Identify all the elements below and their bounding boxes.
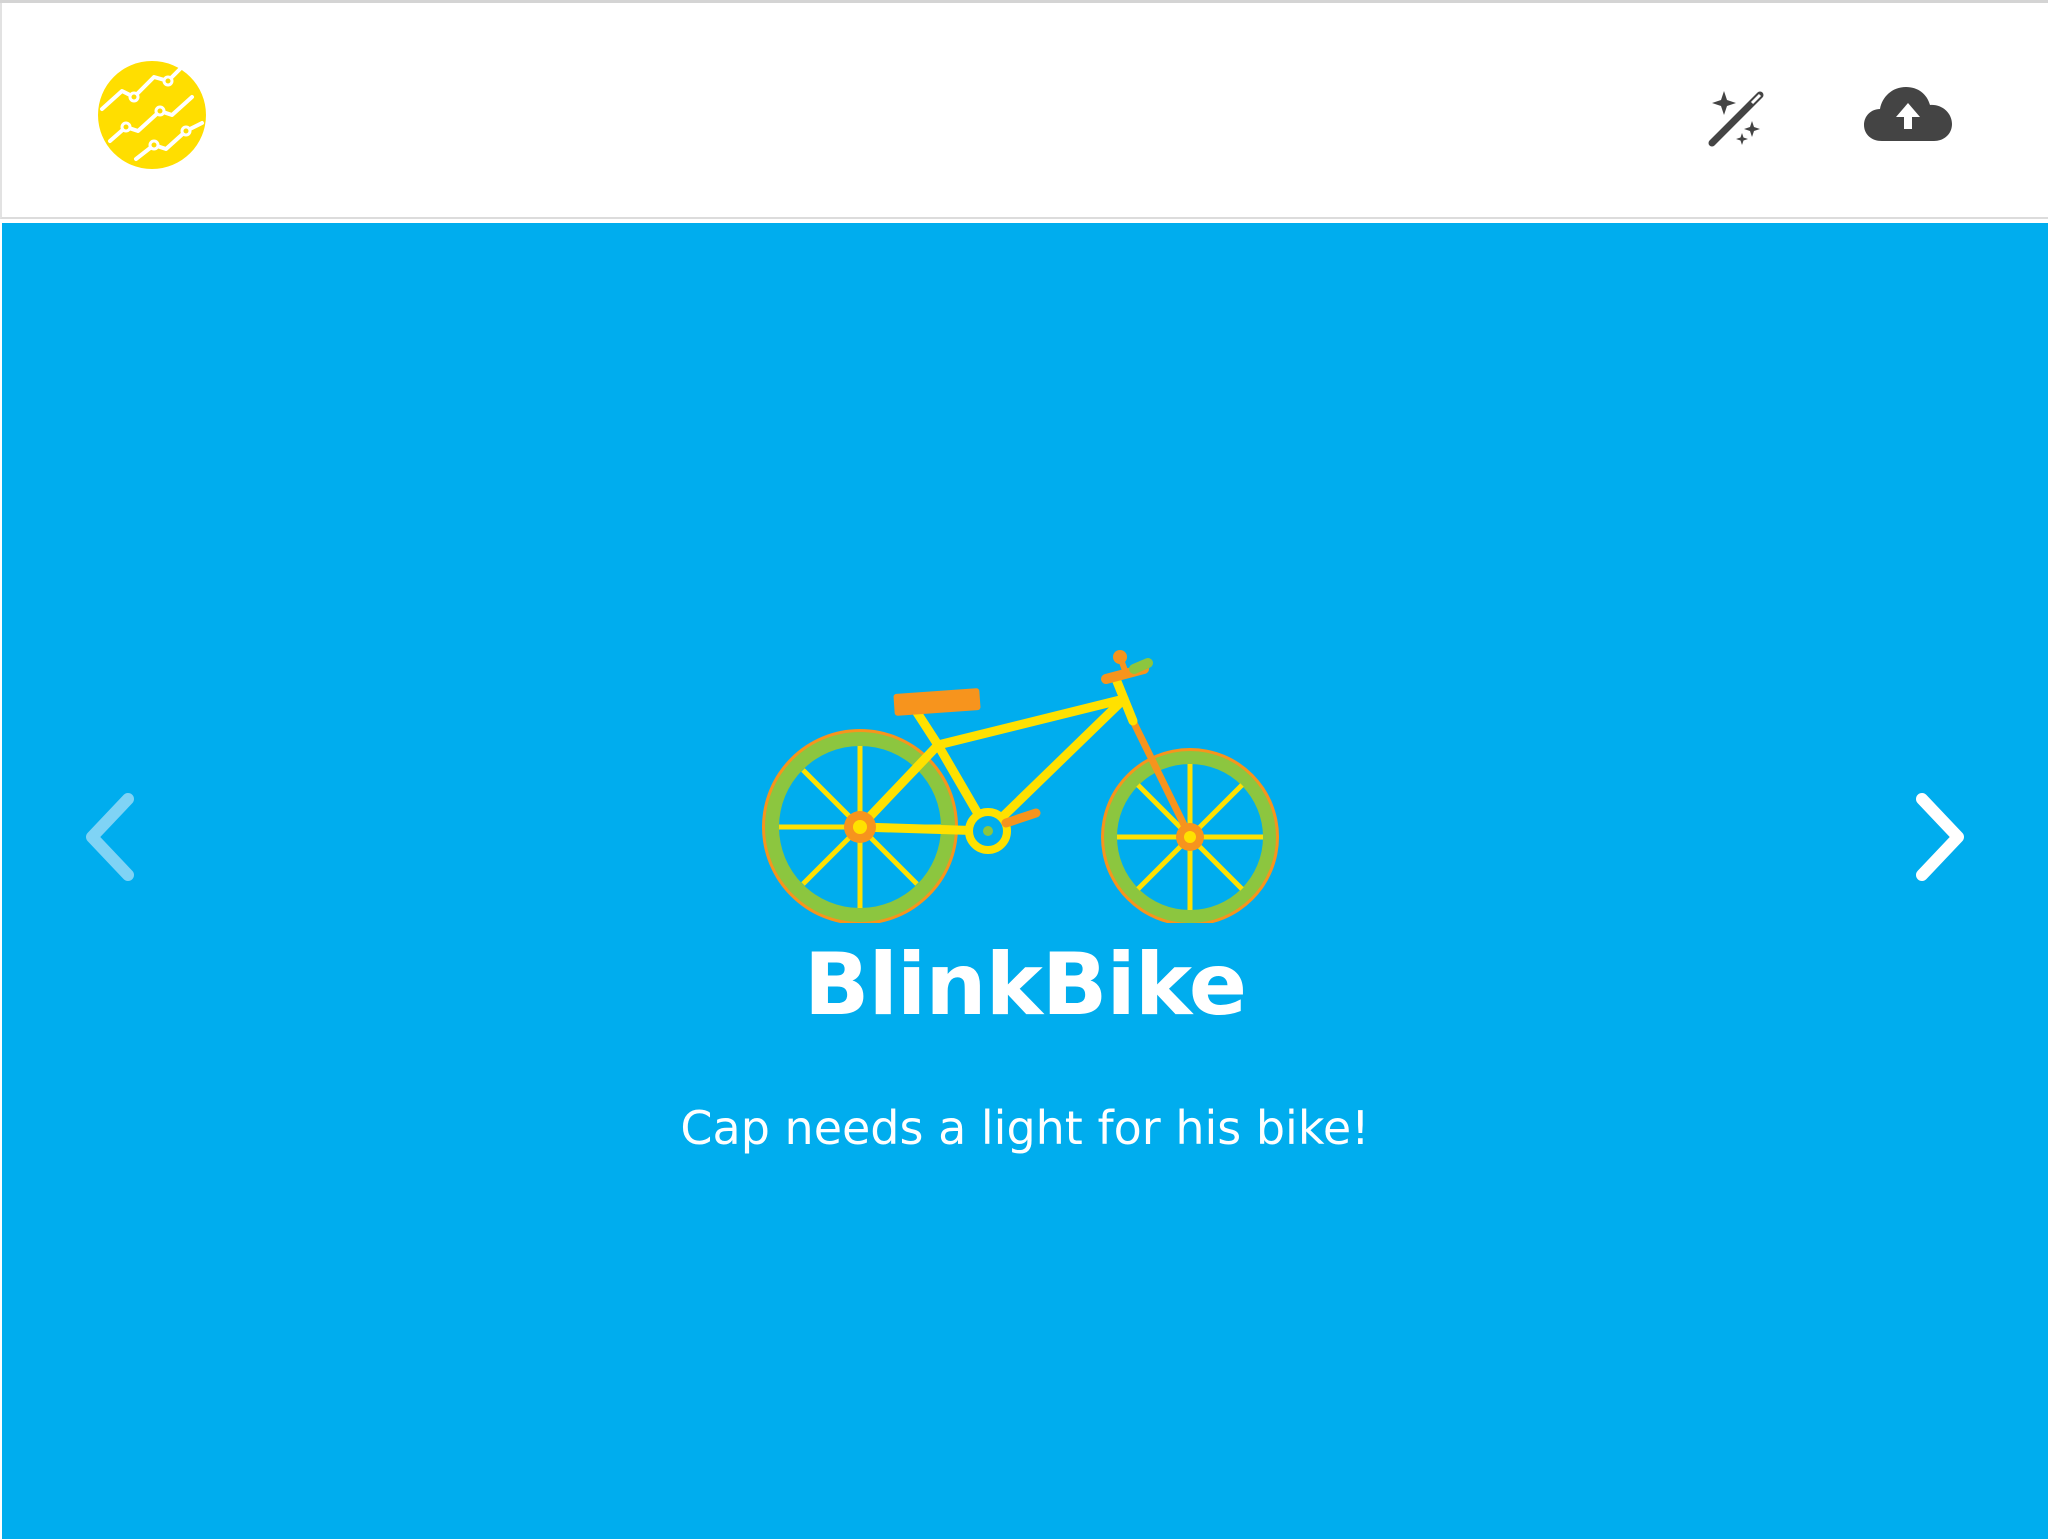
project-illustration bbox=[754, 603, 1284, 923]
project-title: BlinkBike bbox=[803, 935, 1247, 1035]
bicycle-icon bbox=[762, 650, 1279, 923]
project-description: Cap needs a light for his bike! bbox=[680, 1101, 1370, 1155]
chevron-left-icon bbox=[86, 793, 134, 881]
next-button[interactable] bbox=[1902, 787, 1972, 887]
magic-wand-icon bbox=[1708, 91, 1764, 147]
app-logo[interactable] bbox=[96, 59, 208, 171]
top-bar bbox=[0, 3, 2048, 219]
cloud-upload-button[interactable] bbox=[1862, 81, 1954, 149]
chevron-right-icon bbox=[1916, 793, 1964, 881]
carousel-stage: BlinkBike Cap needs a light for his bike… bbox=[2, 223, 2048, 1539]
app-window: BlinkBike Cap needs a light for his bike… bbox=[0, 0, 2048, 1539]
magic-wand-button[interactable] bbox=[1702, 83, 1770, 151]
previous-button[interactable] bbox=[78, 787, 148, 887]
cloud-upload-icon bbox=[1864, 87, 1952, 141]
chart-badge-icon bbox=[98, 61, 206, 169]
